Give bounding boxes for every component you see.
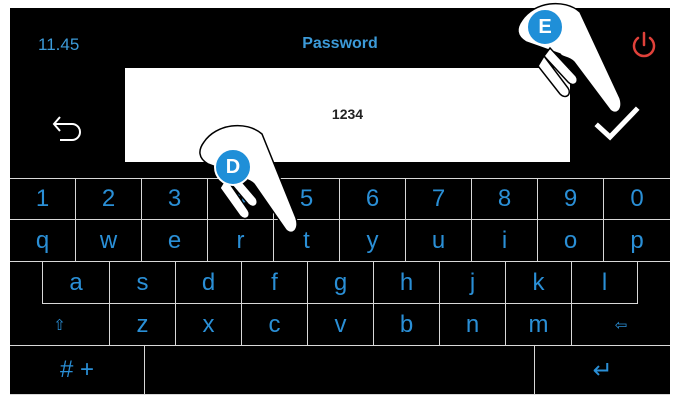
key-n[interactable]: n: [440, 304, 506, 346]
keyboard-row-zxcv: ⇧ z x c v b n m ⇦: [10, 304, 670, 346]
keyboard-row-bottom: # + ↵: [10, 346, 670, 395]
key-q[interactable]: q: [10, 220, 76, 262]
keyboard-row-qwerty: q w e r t y u i o p: [10, 220, 670, 262]
key-9[interactable]: 9: [538, 178, 604, 220]
key-p[interactable]: p: [604, 220, 670, 262]
key-7[interactable]: 7: [406, 178, 472, 220]
key-o[interactable]: o: [538, 220, 604, 262]
key-i[interactable]: i: [472, 220, 538, 262]
keyboard-row-asdf: a s d f g h j k l: [42, 262, 638, 304]
pointing-hand-d: D: [196, 118, 306, 248]
key-v[interactable]: v: [308, 304, 374, 346]
key-l[interactable]: l: [572, 262, 638, 304]
password-value: 1234: [331, 106, 364, 122]
shift-key[interactable]: ⇧: [10, 304, 110, 346]
key-1[interactable]: 1: [10, 178, 76, 220]
pointing-hand-e: E: [516, 0, 626, 120]
key-f[interactable]: f: [242, 262, 308, 304]
key-w[interactable]: w: [76, 220, 142, 262]
key-8[interactable]: 8: [472, 178, 538, 220]
space-key[interactable]: [145, 346, 535, 395]
key-d[interactable]: d: [176, 262, 242, 304]
symbols-key[interactable]: # +: [10, 346, 145, 395]
callout-e-badge: E: [526, 8, 564, 46]
key-0[interactable]: 0: [604, 178, 670, 220]
key-z[interactable]: z: [110, 304, 176, 346]
key-s[interactable]: s: [110, 262, 176, 304]
key-h[interactable]: h: [374, 262, 440, 304]
power-icon[interactable]: [629, 30, 659, 60]
key-k[interactable]: k: [506, 262, 572, 304]
key-g[interactable]: g: [308, 262, 374, 304]
key-6[interactable]: 6: [340, 178, 406, 220]
key-x[interactable]: x: [176, 304, 242, 346]
back-arrow-icon[interactable]: [50, 112, 84, 142]
key-c[interactable]: c: [242, 304, 308, 346]
key-u[interactable]: u: [406, 220, 472, 262]
key-b[interactable]: b: [374, 304, 440, 346]
keyboard-row-numbers: 1 2 3 4 5 6 7 8 9 0: [10, 178, 670, 220]
password-field[interactable]: 1234: [125, 68, 570, 162]
key-2[interactable]: 2: [76, 178, 142, 220]
key-m[interactable]: m: [506, 304, 572, 346]
keyboard: 1 2 3 4 5 6 7 8 9 0 q w e r t y u i o p …: [10, 178, 670, 395]
key-y[interactable]: y: [340, 220, 406, 262]
enter-key[interactable]: ↵: [535, 346, 670, 395]
key-j[interactable]: j: [440, 262, 506, 304]
key-a[interactable]: a: [42, 262, 110, 304]
callout-d-badge: D: [214, 148, 252, 186]
pointing-hand-icon: [199, 124, 298, 234]
backspace-key[interactable]: ⇦: [572, 304, 670, 346]
